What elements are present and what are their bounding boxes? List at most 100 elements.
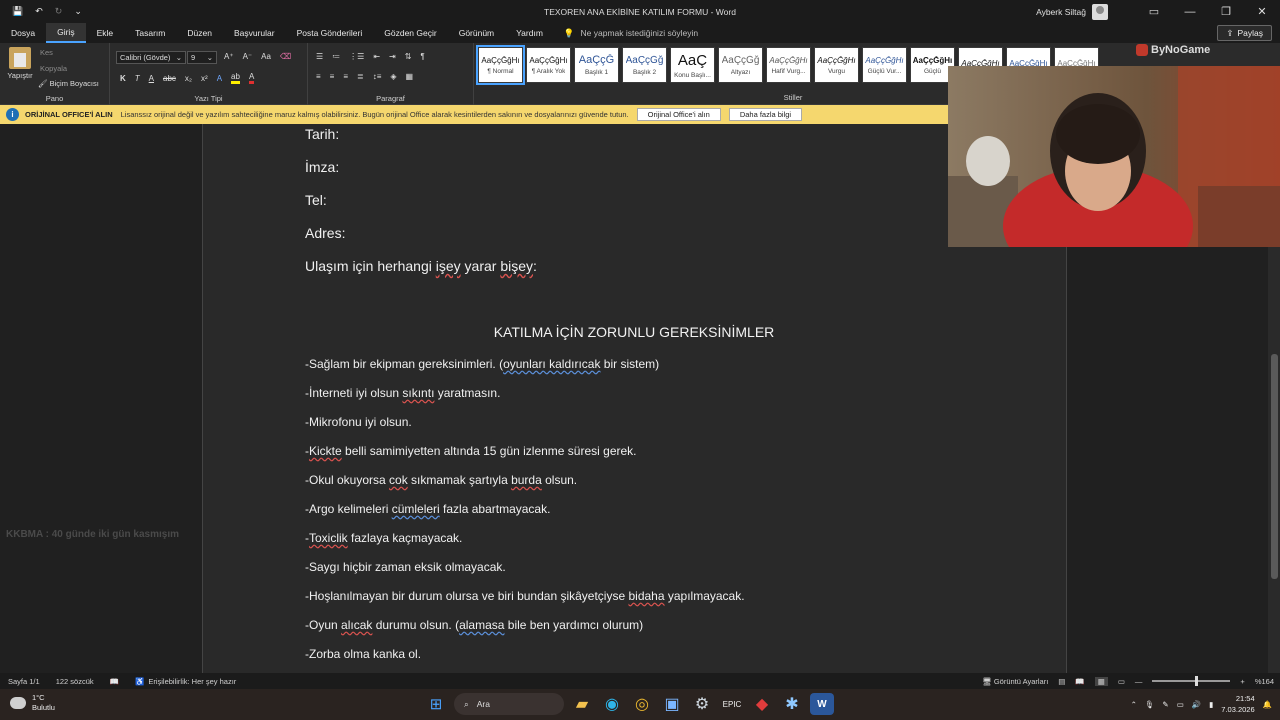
style-subtle-emphasis[interactable]: AaÇçĞğHı Hafif Vurg... xyxy=(766,47,811,83)
underline-icon[interactable]: A xyxy=(149,74,154,83)
tab-mailings[interactable]: Posta Gönderileri xyxy=(286,23,374,43)
field-address[interactable]: Adres: xyxy=(305,225,345,241)
zoom-in-icon[interactable]: + xyxy=(1240,677,1244,686)
microphone-icon[interactable]: 🎙 xyxy=(1145,700,1155,709)
justify-icon[interactable]: ≣ xyxy=(357,72,364,81)
customize-qat-icon[interactable]: ⌄ xyxy=(74,6,82,17)
redo-icon[interactable]: ↻ xyxy=(55,6,63,17)
get-office-button[interactable]: Orijinal Office'i alın xyxy=(636,108,721,121)
field-transport[interactable]: Ulaşım için herhangi işey yarar bişey: xyxy=(305,258,537,274)
notifications-icon[interactable]: 🔔 xyxy=(1263,700,1272,709)
font-color-icon[interactable]: A xyxy=(248,72,255,84)
shrink-font-icon[interactable]: A⁻ xyxy=(243,52,253,61)
requirement-item[interactable]: -Okul okuyorsa cok sıkmamak şartıyla bur… xyxy=(305,473,577,487)
decrease-indent-icon[interactable]: ⇤ xyxy=(373,52,380,61)
accessibility-status[interactable]: ♿ Erişilebilirlik: Her şey hazır xyxy=(135,677,236,686)
ribbon-display-icon[interactable]: ▭ xyxy=(1136,0,1172,23)
requirement-item[interactable]: -İnterneti iyi olsun sıkıntı yaratmasın. xyxy=(305,386,500,400)
focus-mode-icon[interactable]: ▤ xyxy=(1058,677,1065,686)
subscript-icon[interactable]: x₂ xyxy=(185,74,192,83)
requirement-item[interactable]: -Argo kelimeleri cümleleri fazla abartma… xyxy=(305,502,550,516)
copy-button[interactable]: Kopyala xyxy=(40,64,67,73)
bullets-icon[interactable]: ☰ xyxy=(316,52,323,61)
zoom-slider[interactable] xyxy=(1152,676,1231,686)
requirement-item[interactable]: -Toxiclik fazlaya kaçmayacak. xyxy=(305,531,462,545)
store-icon[interactable]: ▣ xyxy=(660,693,684,715)
learn-more-button[interactable]: Daha fazla bilgi xyxy=(728,108,803,121)
align-right-icon[interactable]: ≡ xyxy=(343,72,348,81)
italic-icon[interactable]: T xyxy=(135,74,140,83)
requirement-item[interactable]: -Hoşlanılmayan bir durum olursa ve biri … xyxy=(305,589,745,603)
document-page[interactable]: Tarih: İmza: Tel: Adres: Ulaşım için her… xyxy=(202,124,1067,673)
bold-icon[interactable]: K xyxy=(120,74,126,83)
style-title[interactable]: AaÇ Konu Başlı... xyxy=(670,47,715,83)
tab-references[interactable]: Başvurular xyxy=(223,23,286,43)
user-name[interactable]: Ayberk Siltağ xyxy=(1036,7,1086,17)
font-name-select[interactable]: Calibri (Gövde) ⌄ xyxy=(116,51,186,64)
weather-widget[interactable]: 1°C Bulutlu xyxy=(10,693,55,713)
page-count[interactable]: Sayfa 1/1 xyxy=(8,677,40,686)
proofing-icon[interactable]: 📖 xyxy=(110,677,119,686)
zoom-level[interactable]: %164 xyxy=(1255,677,1274,686)
close-button[interactable]: ✕ xyxy=(1244,0,1280,23)
tab-view[interactable]: Görünüm xyxy=(448,23,505,43)
tab-file[interactable]: Dosya xyxy=(0,23,46,43)
field-signature[interactable]: İmza: xyxy=(305,159,339,175)
print-layout-icon[interactable]: ▦ xyxy=(1094,676,1108,686)
tab-layout[interactable]: Düzen xyxy=(176,23,223,43)
tab-home[interactable]: Giriş xyxy=(46,23,86,43)
requirement-item[interactable]: -Sağlam bir ekipman gereksinimleri. (oyu… xyxy=(305,357,659,371)
clock[interactable]: 21:54 7.03.2026 xyxy=(1221,693,1254,715)
style-subtitle[interactable]: AaÇçĞğ Altyazı xyxy=(718,47,763,83)
grow-font-icon[interactable]: A⁺ xyxy=(224,52,234,61)
file-explorer-icon[interactable]: ▰ xyxy=(570,693,594,715)
windows-start-icon[interactable]: ⊞ xyxy=(424,693,448,715)
requirement-item[interactable]: -Kickte belli samimiyetten altında 15 gü… xyxy=(305,444,637,458)
zoom-out-icon[interactable]: — xyxy=(1135,677,1143,686)
style-no-spacing[interactable]: AaÇçĞğHı ¶ Aralık Yok xyxy=(526,47,571,83)
borders-icon[interactable]: ▦ xyxy=(406,72,414,81)
epic-games-icon[interactable]: EPIC xyxy=(720,693,744,715)
style-heading-2[interactable]: AaÇçĞğ Başlık 2 xyxy=(622,47,667,83)
line-spacing-icon[interactable]: ↕≡ xyxy=(373,72,382,81)
tab-help[interactable]: Yardım xyxy=(505,23,554,43)
tab-review[interactable]: Gözden Geçir xyxy=(373,23,447,43)
web-layout-icon[interactable]: ▭ xyxy=(1118,677,1125,686)
requirement-item[interactable]: -Zorba olma kanka ol. xyxy=(305,647,421,661)
network-icon[interactable]: ▭ xyxy=(1177,700,1184,709)
style-heading-1[interactable]: AaÇçĞ Başlık 1 xyxy=(574,47,619,83)
word-count[interactable]: 122 sözcük xyxy=(56,677,94,686)
steam-icon[interactable]: ⚙ xyxy=(690,693,714,715)
multilevel-list-icon[interactable]: ⋮☰ xyxy=(349,52,364,61)
minimize-button[interactable]: — xyxy=(1172,0,1208,23)
field-date[interactable]: Tarih: xyxy=(305,126,339,142)
red-app-icon[interactable]: ◆ xyxy=(750,693,774,715)
scrollbar-thumb[interactable] xyxy=(1271,354,1278,579)
style-emphasis[interactable]: AaÇçĞğHı Vurgu xyxy=(814,47,859,83)
zoom-slider-knob[interactable] xyxy=(1195,676,1199,686)
requirement-item[interactable]: -Oyun alıcak durumu olsun. (alamasa bile… xyxy=(305,618,643,632)
edge-icon[interactable]: ◉ xyxy=(600,693,624,715)
tab-design[interactable]: Tasarım xyxy=(124,23,176,43)
share-button[interactable]: ⇪ Paylaş xyxy=(1217,25,1272,41)
change-case-icon[interactable]: Aa xyxy=(261,52,271,61)
highlight-icon[interactable]: ab xyxy=(231,72,240,84)
superscript-icon[interactable]: x² xyxy=(201,74,208,83)
display-settings-button[interactable]: 🖥 Görüntü Ayarları xyxy=(982,677,1048,686)
cut-button[interactable]: Kes xyxy=(40,48,53,57)
maximize-button[interactable]: ❐ xyxy=(1208,0,1244,23)
read-mode-icon[interactable]: 📖 xyxy=(1075,677,1084,686)
settings-app-icon[interactable]: ✱ xyxy=(780,693,804,715)
paste-button[interactable]: Yapıştır xyxy=(6,47,34,80)
increase-indent-icon[interactable]: ⇥ xyxy=(389,52,396,61)
align-center-icon[interactable]: ≡ xyxy=(330,72,335,81)
requirements-heading[interactable]: KATILMA İÇİN ZORUNLU GEREKSİNİMLER xyxy=(203,324,1065,340)
shading-icon[interactable]: ◈ xyxy=(390,72,396,81)
strikethrough-icon[interactable]: abc xyxy=(163,74,176,83)
font-size-select[interactable]: 9 ⌄ xyxy=(187,51,217,64)
chrome-icon[interactable]: ◎ xyxy=(630,693,654,715)
pilcrow-icon[interactable]: ¶ xyxy=(420,52,424,61)
tell-me-search[interactable]: 💡 Ne yapmak istediğinizi söyleyin xyxy=(564,28,698,39)
save-icon[interactable]: 💾 xyxy=(12,6,23,17)
style-normal[interactable]: AaÇçĞğHı ¶ Normal xyxy=(476,45,525,85)
